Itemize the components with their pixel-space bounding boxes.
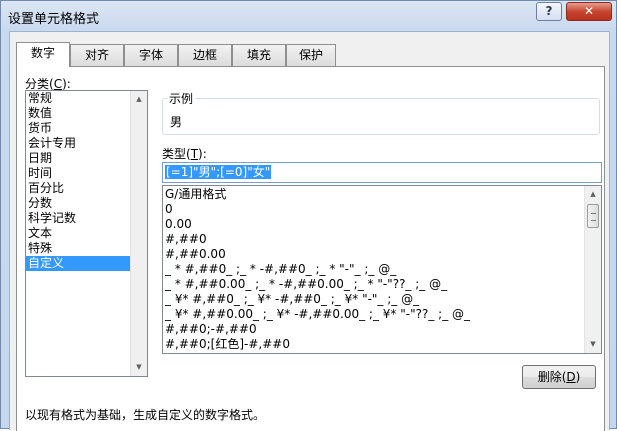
- type-input[interactable]: [=1]"男";[=0]"女": [162, 162, 602, 183]
- format-item[interactable]: 0: [163, 202, 601, 217]
- sample-value: 男: [170, 115, 183, 129]
- tab-alignment[interactable]: 对齐: [70, 44, 124, 66]
- format-scrollbar[interactable]: ▲ ▼: [584, 186, 601, 353]
- format-item[interactable]: _ * #,##0_ ;_ * -#,##0_ ;_ * "-"_ ;_ @_: [163, 262, 601, 277]
- type-label: 类型(T):: [162, 147, 207, 161]
- category-item-general[interactable]: 常规: [26, 91, 147, 106]
- tab-protection[interactable]: 保护: [286, 44, 336, 66]
- category-scrollbar[interactable]: ▲ ▼: [130, 91, 147, 376]
- tab-font[interactable]: 字体: [124, 44, 178, 66]
- window-title: 设置单元格格式: [8, 12, 100, 27]
- title-bar[interactable]: 设置单元格格式 ? ✕: [1, 1, 617, 31]
- category-list[interactable]: 常规 数值 货币 会计专用 日期 时间 百分比 分数 科学记数 文本 特殊 自定…: [25, 90, 148, 377]
- category-item-text[interactable]: 文本: [26, 226, 147, 241]
- format-item[interactable]: G/通用格式: [163, 187, 601, 202]
- help-button[interactable]: ?: [536, 2, 562, 21]
- number-tab-panel: 分类(C): 常规 数值 货币 会计专用 日期 时间 百分比 分数 科学记数 文…: [16, 66, 605, 431]
- category-item-accounting[interactable]: 会计专用: [26, 136, 147, 151]
- category-item-date[interactable]: 日期: [26, 151, 147, 166]
- format-cells-dialog: 设置单元格格式 ? ✕ 数字 对齐 字体 边框 填充 保护 分类(C): 常规 …: [0, 0, 617, 431]
- format-item[interactable]: #,##0;[红色]-#,##0: [163, 337, 601, 352]
- format-item[interactable]: _ ¥* #,##0.00_ ;_ ¥* -#,##0.00_ ;_ ¥* "-…: [163, 307, 601, 322]
- category-item-currency[interactable]: 货币: [26, 121, 147, 136]
- sample-legend: 示例: [167, 90, 196, 107]
- tab-fill[interactable]: 填充: [232, 44, 286, 66]
- category-item-scientific[interactable]: 科学记数: [26, 211, 147, 226]
- format-item[interactable]: 0.00: [163, 217, 601, 232]
- category-item-fraction[interactable]: 分数: [26, 196, 147, 211]
- format-item[interactable]: _ * #,##0.00_ ;_ * -#,##0.00_ ;_ * "-"??…: [163, 277, 601, 292]
- category-item-number[interactable]: 数值: [26, 106, 147, 121]
- scroll-down-icon[interactable]: ▼: [131, 359, 147, 376]
- format-description: 以现有格式为基础，生成自定义的数字格式。: [25, 408, 266, 422]
- format-item[interactable]: #,##0.00: [163, 247, 601, 262]
- scroll-up-icon[interactable]: ▲: [585, 186, 601, 203]
- type-input-value: [=1]"男";[=0]"女": [165, 165, 272, 179]
- scroll-down-icon[interactable]: ▼: [585, 336, 601, 353]
- scroll-up-icon[interactable]: ▲: [131, 91, 147, 108]
- format-item[interactable]: #,##0;-#,##0: [163, 322, 601, 337]
- format-item[interactable]: _ ¥* #,##0_ ;_ ¥* -#,##0_ ;_ ¥* "-"_ ;_ …: [163, 292, 601, 307]
- dialog-client-area: 数字 对齐 字体 边框 填充 保护 分类(C): 常规 数值 货币 会计专用 日…: [9, 31, 610, 431]
- tab-number[interactable]: 数字: [16, 42, 70, 67]
- format-code-list[interactable]: G/通用格式 0 0.00 #,##0 #,##0.00 _ * #,##0_ …: [162, 185, 602, 354]
- sample-group: 示例 男: [162, 90, 600, 135]
- close-button[interactable]: ✕: [566, 2, 612, 21]
- scroll-thumb[interactable]: [587, 204, 599, 228]
- delete-button[interactable]: 删除(D): [522, 365, 596, 389]
- category-item-time[interactable]: 时间: [26, 166, 147, 181]
- tab-border[interactable]: 边框: [178, 44, 232, 66]
- format-item[interactable]: #,##0: [163, 232, 601, 247]
- category-item-special[interactable]: 特殊: [26, 241, 147, 256]
- category-item-custom[interactable]: 自定义: [26, 256, 147, 271]
- category-item-percentage[interactable]: 百分比: [26, 181, 147, 196]
